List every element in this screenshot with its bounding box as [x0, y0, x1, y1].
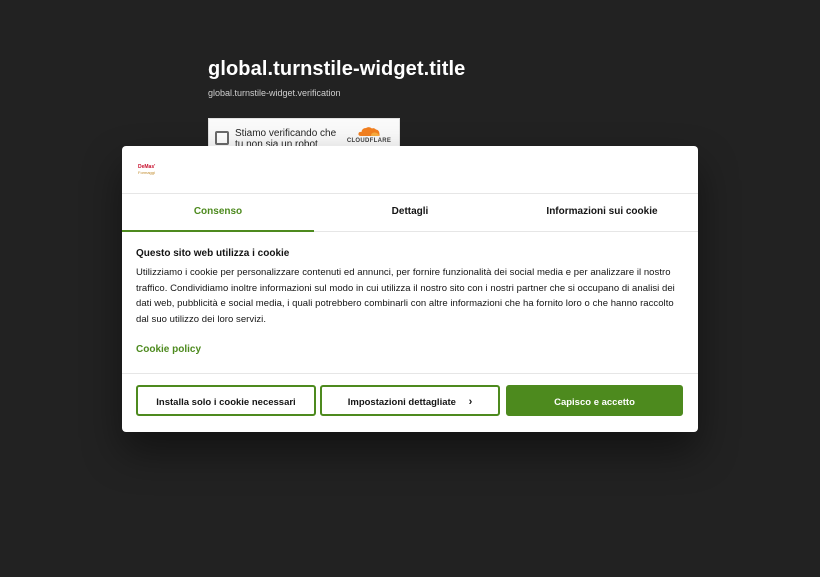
consent-content: Questo sito web utilizza i cookie Utiliz… [136, 232, 684, 357]
dialog-footer: Installa solo i cookie necessari Imposta… [122, 373, 698, 432]
necessary-cookies-button[interactable]: Installa solo i cookie necessari [136, 385, 316, 416]
tab-dettagli[interactable]: Dettagli [314, 194, 506, 231]
accept-button[interactable]: Capisco e accetto [506, 385, 683, 416]
cloudflare-label: CLOUDFLARE [346, 138, 392, 144]
detailed-settings-label: Impostazioni dettagliate [347, 397, 456, 408]
detailed-settings-button[interactable]: Impostazioni dettagliate › [320, 385, 500, 416]
brand-logo: DeMas' Formaggi [138, 165, 158, 176]
necessary-cookies-label: Installa solo i cookie necessari [156, 397, 296, 408]
cookie-policy-link[interactable]: Cookie policy [136, 344, 201, 355]
cookie-tabs: Consenso Dettagli Informazioni sui cooki… [122, 194, 698, 232]
brand-logo-line2: Formaggi [138, 170, 155, 175]
consent-heading: Questo sito web utilizza i cookie [136, 248, 290, 259]
cloudflare-cloud-icon [358, 127, 380, 136]
dialog-header: DeMas' Formaggi [122, 146, 698, 194]
consent-body: Utilizziamo i cookie per personalizzare … [136, 267, 675, 325]
page-title: global.turnstile-widget.title [208, 58, 466, 80]
tab-informazioni[interactable]: Informazioni sui cookie [506, 194, 698, 231]
turnstile-checkbox[interactable] [215, 131, 229, 145]
page-subtitle: global.turnstile-widget.verification [208, 88, 341, 98]
cookie-consent-dialog: DeMas' Formaggi Consenso Dettagli Inform… [122, 146, 698, 432]
chevron-right-icon: › [468, 396, 473, 408]
accept-label: Capisco e accetto [554, 397, 635, 408]
cloudflare-logo: CLOUDFLARE [343, 125, 395, 144]
tab-consenso[interactable]: Consenso [122, 194, 314, 232]
